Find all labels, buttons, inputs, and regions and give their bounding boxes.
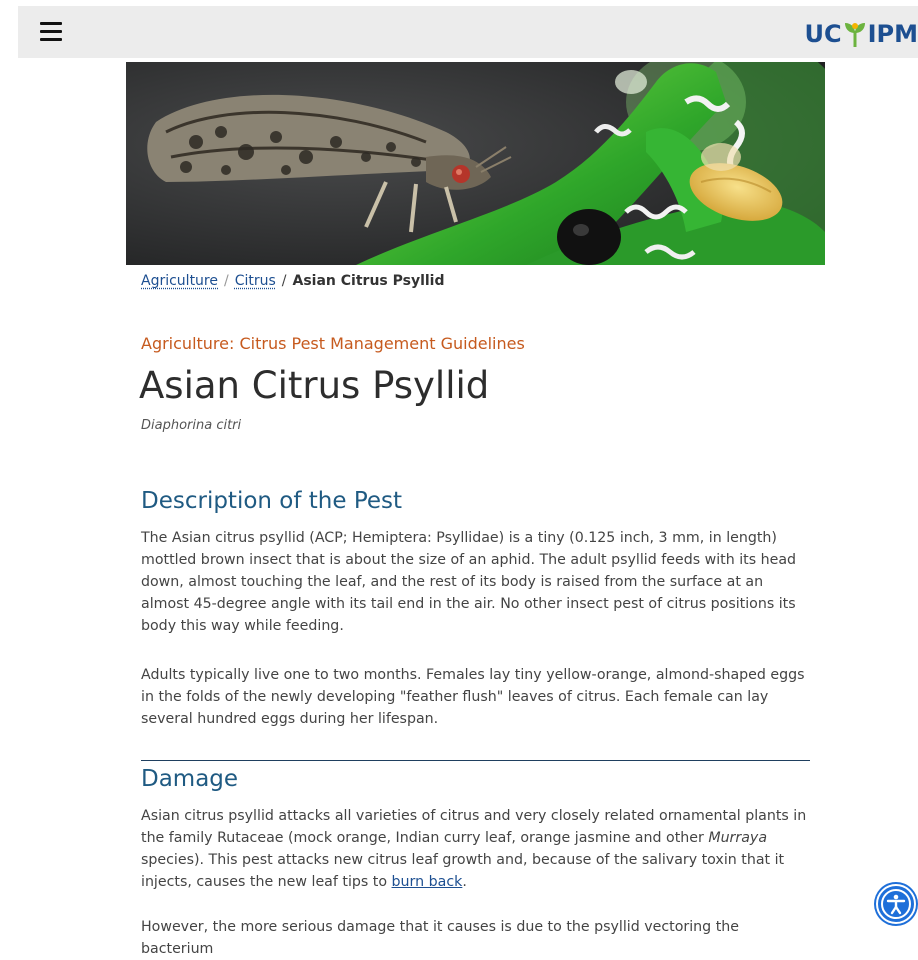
logo-text-uc: UC (804, 20, 841, 48)
damage-text: Asian citrus psyllid attacks all varieti… (141, 808, 806, 846)
section-divider (141, 760, 810, 761)
scientific-name: Diaphorina citri (141, 418, 241, 433)
page-title: Asian Citrus Psyllid (139, 364, 489, 407)
heading-description: Description of the Pest (141, 488, 402, 514)
breadcrumb-link-agriculture[interactable]: Agriculture (141, 273, 218, 289)
damage-paragraph-2: However, the more serious damage that it… (141, 916, 809, 960)
psyllid-photo-illustration (126, 62, 825, 265)
burn-back-link[interactable]: burn back (392, 874, 463, 890)
heading-damage: Damage (141, 766, 238, 792)
description-paragraph-2: Adults typically live one to two months.… (141, 664, 809, 730)
top-header-bar: UC IPM (18, 6, 918, 58)
breadcrumb-current: Asian Citrus Psyllid (293, 273, 445, 289)
section-eyebrow: Agriculture: Citrus Pest Management Guid… (141, 334, 525, 353)
hero-image-psyllid (126, 62, 825, 265)
description-paragraph-1: The Asian citrus psyllid (ACP; Hemiptera… (141, 527, 809, 637)
left-gutter (0, 58, 18, 936)
damage-italic-genus: Murraya (708, 830, 767, 846)
leaf-sprout-icon (844, 21, 866, 47)
breadcrumb: Agriculture / Citrus / Asian Citrus Psyllid (141, 273, 445, 289)
breadcrumb-separator: / (224, 273, 229, 289)
hamburger-menu-icon[interactable] (40, 22, 62, 42)
logo-text-ipm: IPM (868, 20, 918, 48)
breadcrumb-link-citrus[interactable]: Citrus (235, 273, 276, 289)
damage-paragraph-1: Asian citrus psyllid attacks all varieti… (141, 805, 809, 893)
breadcrumb-separator: / (282, 273, 287, 289)
accessibility-person-icon (878, 886, 914, 922)
accessibility-button[interactable] (876, 884, 916, 924)
uc-ipm-logo[interactable]: UC IPM (804, 20, 918, 48)
damage-text: . (462, 874, 467, 890)
